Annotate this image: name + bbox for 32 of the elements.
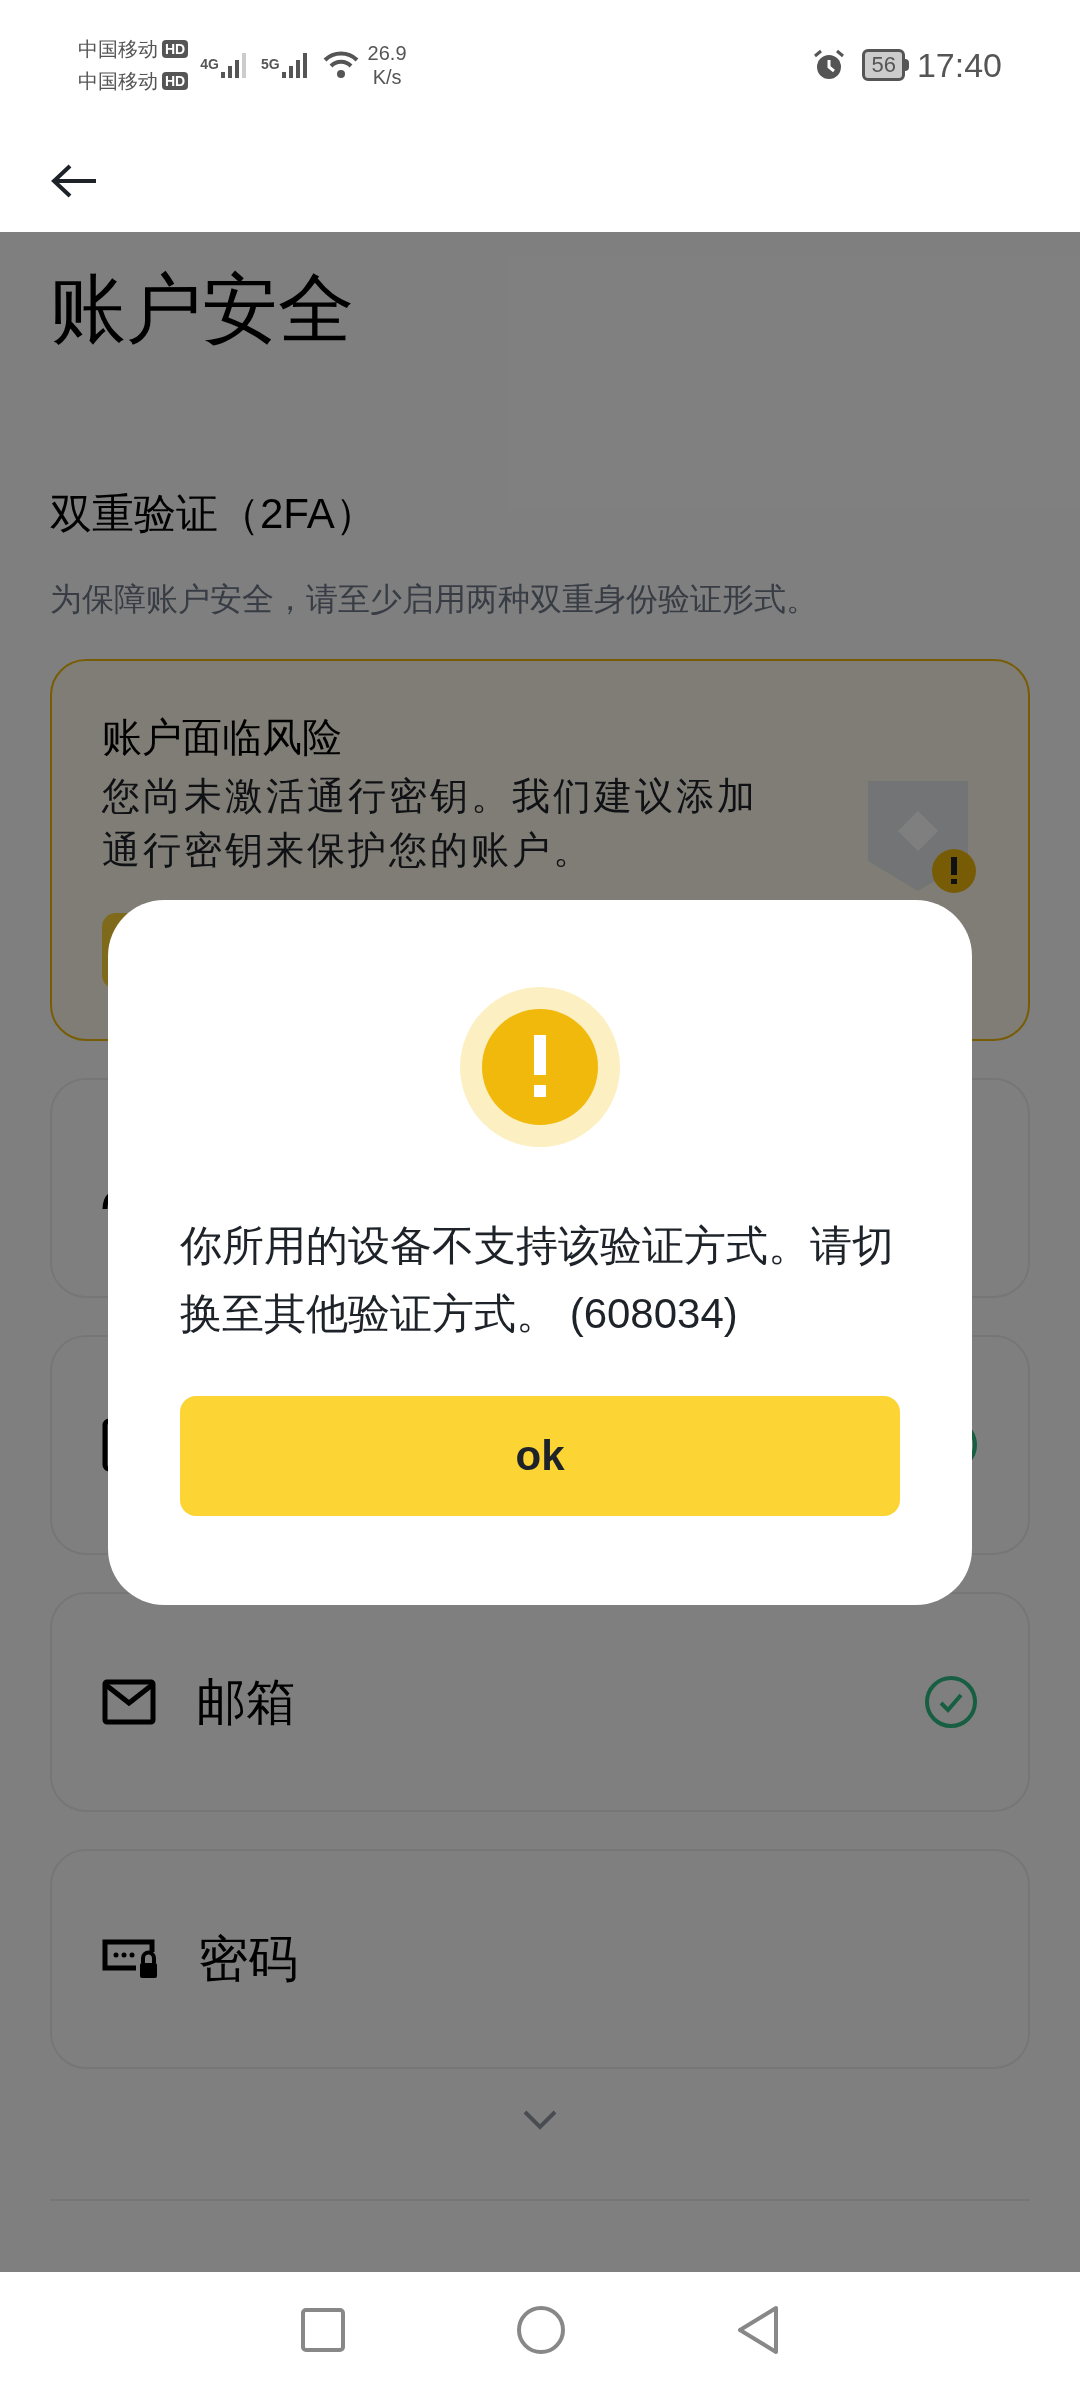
network-type: 5G bbox=[260, 55, 280, 74]
page-title: 账户安全 bbox=[50, 265, 355, 353]
carrier-name: 中国移动 bbox=[78, 69, 158, 94]
carrier-name: 中国移动 bbox=[78, 37, 158, 62]
warning-icon bbox=[460, 986, 620, 1147]
home-icon[interactable] bbox=[516, 2305, 566, 2355]
signal-icon bbox=[218, 50, 249, 80]
back-icon[interactable] bbox=[736, 2305, 780, 2355]
alarm-icon bbox=[812, 48, 847, 82]
network-speed: 26.9 bbox=[367, 41, 407, 65]
section-description: 为保障账户安全，请至少启用两种双重身份验证形式。 bbox=[50, 580, 819, 619]
wifi-icon bbox=[321, 49, 360, 81]
network-type: 4G bbox=[200, 55, 219, 74]
hd-badge: HD bbox=[162, 72, 189, 90]
ok-button[interactable]: ok bbox=[180, 1395, 900, 1516]
recent-apps-icon[interactable] bbox=[300, 2307, 346, 2353]
method-label: 密码 bbox=[198, 1929, 298, 1989]
risk-message: 您尚未激活通行密钥。我们建议添加通行密钥来保护您的账户。 bbox=[102, 774, 759, 873]
section-title: 双重验证（2FA） bbox=[50, 489, 378, 539]
risk-title: 账户面临风险 bbox=[102, 714, 343, 761]
chevron-down-icon[interactable] bbox=[522, 2109, 558, 2131]
clock-time: 17:40 bbox=[916, 44, 1002, 86]
speed-unit: K/s bbox=[372, 65, 402, 89]
dialog-message: 你所用的设备不支持该验证方式。请切换至其他验证方式。 (608034) bbox=[180, 1220, 895, 1339]
verification-method-card[interactable]: 密码 bbox=[50, 1849, 1030, 2069]
method-label: 邮箱 bbox=[196, 1672, 296, 1732]
battery-indicator: 56 bbox=[862, 49, 905, 81]
hd-badge: HD bbox=[162, 40, 189, 58]
signal-icon bbox=[279, 50, 310, 80]
envelope-icon bbox=[102, 1679, 156, 1725]
password-lock-icon bbox=[102, 1938, 158, 1980]
back-arrow-icon[interactable] bbox=[50, 163, 98, 199]
